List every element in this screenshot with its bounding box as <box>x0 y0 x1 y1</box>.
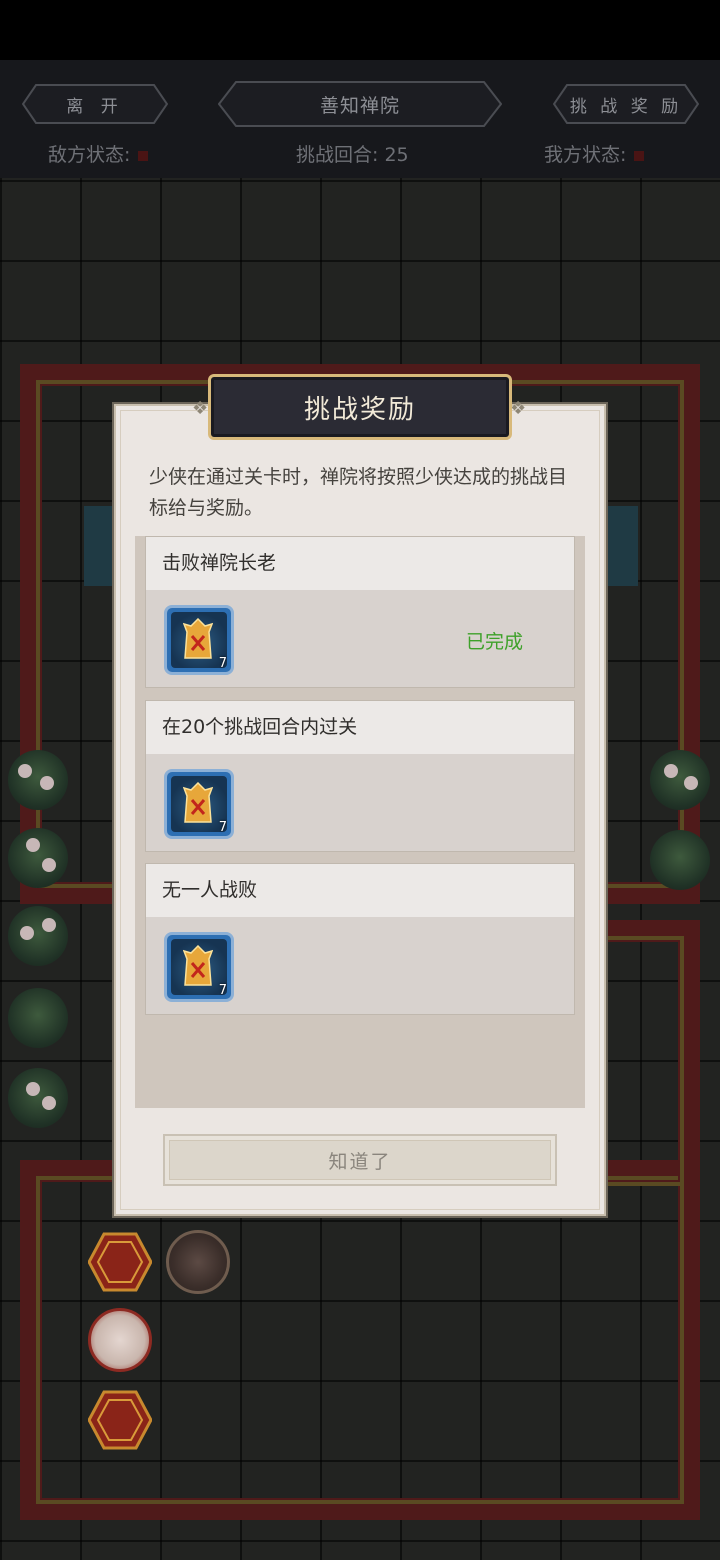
challenge-rewards-button[interactable]: 挑 战 奖 励 <box>553 84 699 124</box>
objective-label: 无一人战败 <box>146 864 574 917</box>
leave-button[interactable]: 离 开 <box>22 84 168 124</box>
plant-decoration <box>650 750 710 810</box>
hex-rune-icon[interactable] <box>88 1390 152 1450</box>
status-bar <box>0 0 720 60</box>
round-value: 25 <box>384 144 409 166</box>
reward-quantity: 7 <box>218 656 227 671</box>
plant-decoration <box>8 906 68 966</box>
right-ornament-icon: ❖ <box>510 398 527 419</box>
reward-item[interactable]: 7 <box>164 769 234 839</box>
enemy-status-label: 敌方状态: <box>48 144 131 166</box>
round-label: 挑战回合: <box>296 144 379 166</box>
confirm-label: 知道了 <box>328 1150 392 1173</box>
objective-label: 在20个挑战回合内过关 <box>146 701 574 754</box>
challenge-round: 挑战回合: 25 <box>296 140 409 167</box>
dialog-title-plate: 挑战奖励 <box>208 374 512 440</box>
objective-label: 击败禅院长老 <box>146 537 574 590</box>
plant-decoration <box>8 988 68 1048</box>
enemy-status-indicator <box>138 150 149 161</box>
objective-card: 无一人战败 7 <box>145 863 575 1015</box>
lotus-disc-icon[interactable] <box>166 1230 230 1294</box>
location-title: 善知禅院 <box>319 94 400 117</box>
scroll-token-icon <box>183 618 213 659</box>
dialog-description: 少侠在通过关卡时，禅院将按照少侠达成的挑战目标给与奖励。 <box>149 466 568 519</box>
scroll-token-icon <box>183 782 213 823</box>
leave-label: 离 开 <box>66 96 124 117</box>
ally-status: 我方状态: <box>544 140 645 167</box>
objective-card: 击败禅院长老 7 已完成 <box>145 536 575 688</box>
plant-decoration <box>650 830 710 890</box>
scroll-token-icon <box>183 945 213 986</box>
hex-rune-icon[interactable] <box>88 1232 152 1292</box>
completed-status: 已完成 <box>466 631 524 653</box>
enemy-status: 敌方状态: <box>48 140 149 167</box>
ally-status-indicator <box>634 150 645 161</box>
dialog-title: 挑战奖励 <box>303 394 416 425</box>
lotus-seal-icon[interactable] <box>88 1308 152 1372</box>
challenge-rewards-label: 挑 战 奖 励 <box>569 96 683 117</box>
reward-quantity: 7 <box>218 983 227 998</box>
confirm-button[interactable]: 知道了 <box>163 1134 557 1186</box>
plant-decoration <box>8 1068 68 1128</box>
reward-item[interactable]: 7 <box>164 605 234 675</box>
wall-right-segment <box>594 920 700 1186</box>
objective-card: 在20个挑战回合内过关 7 <box>145 700 575 852</box>
ally-status-label: 我方状态: <box>544 144 627 166</box>
plant-decoration <box>8 828 68 888</box>
plant-decoration <box>8 750 68 810</box>
reward-quantity: 7 <box>218 820 227 835</box>
location-title-plate: 善知禅院 <box>218 81 502 127</box>
reward-item[interactable]: 7 <box>164 932 234 1002</box>
